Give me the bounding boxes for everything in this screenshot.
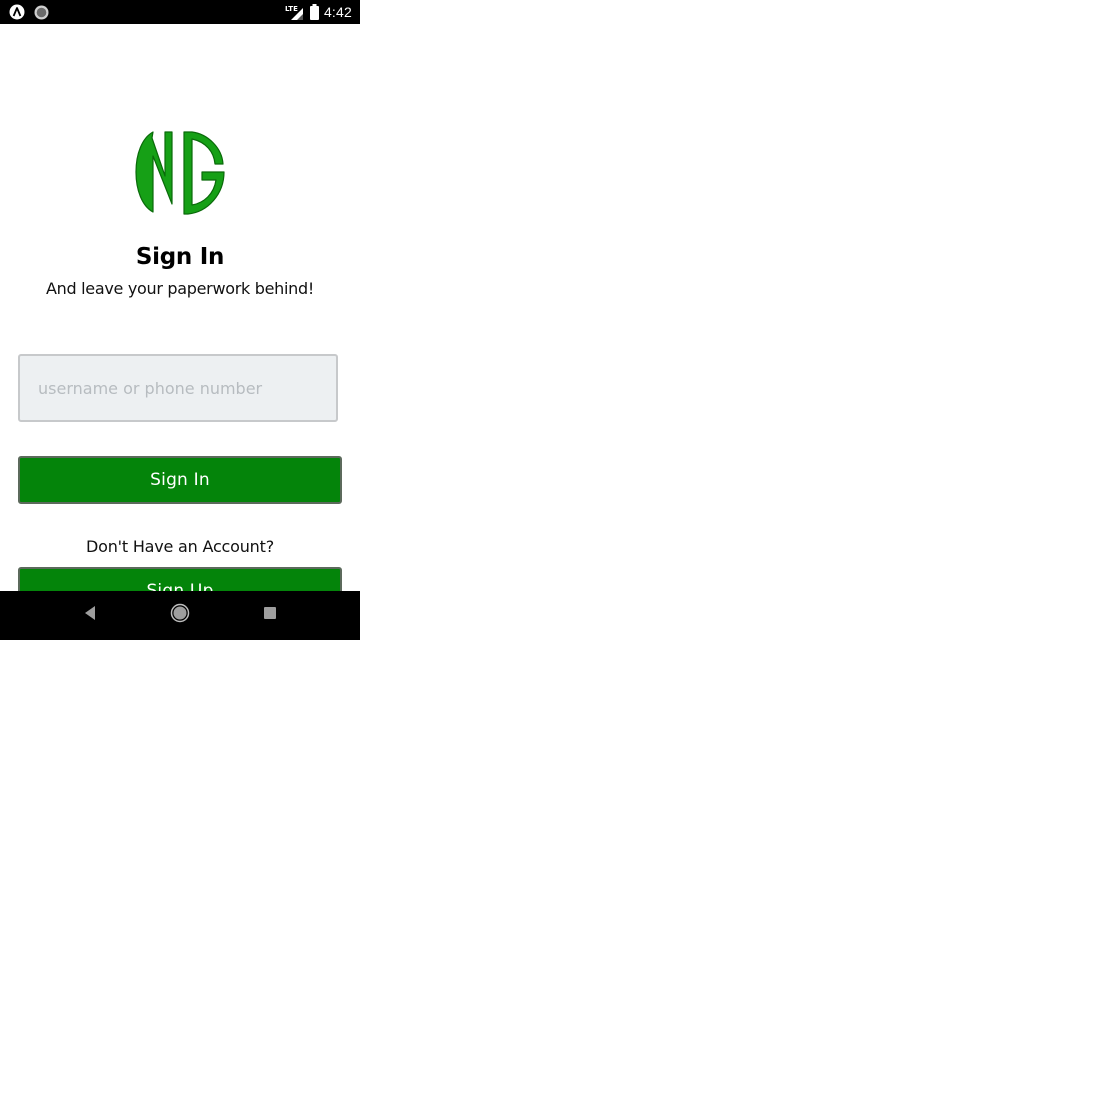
navigation-bar (0, 591, 360, 640)
status-bar: LTE 4:42 (0, 0, 360, 24)
battery-icon (309, 4, 324, 20)
svg-text:LTE: LTE (285, 5, 298, 13)
home-button[interactable] (156, 591, 204, 640)
no-account-text: Don't Have an Account? (86, 537, 274, 556)
status-system: LTE 4:42 (285, 0, 352, 24)
page-subtitle: And leave your paperwork behind! (46, 279, 314, 298)
recent-apps-button[interactable] (246, 591, 294, 640)
app-notification-icon (9, 4, 25, 20)
lte-signal-icon: LTE (285, 4, 310, 20)
recent-apps-icon (263, 606, 277, 625)
app-logo (132, 124, 228, 220)
home-icon (170, 603, 190, 628)
back-icon (83, 605, 97, 626)
sign-in-button[interactable]: Sign In (18, 456, 342, 504)
circle-notification-icon (34, 5, 49, 20)
username-input[interactable] (18, 354, 338, 422)
status-notifications (9, 4, 49, 20)
back-button[interactable] (66, 591, 114, 640)
page-title: Sign In (135, 244, 225, 270)
phone-screen: LTE 4:42 Sign In And leave your paperwor… (0, 0, 360, 640)
status-time: 4:42 (323, 4, 352, 20)
